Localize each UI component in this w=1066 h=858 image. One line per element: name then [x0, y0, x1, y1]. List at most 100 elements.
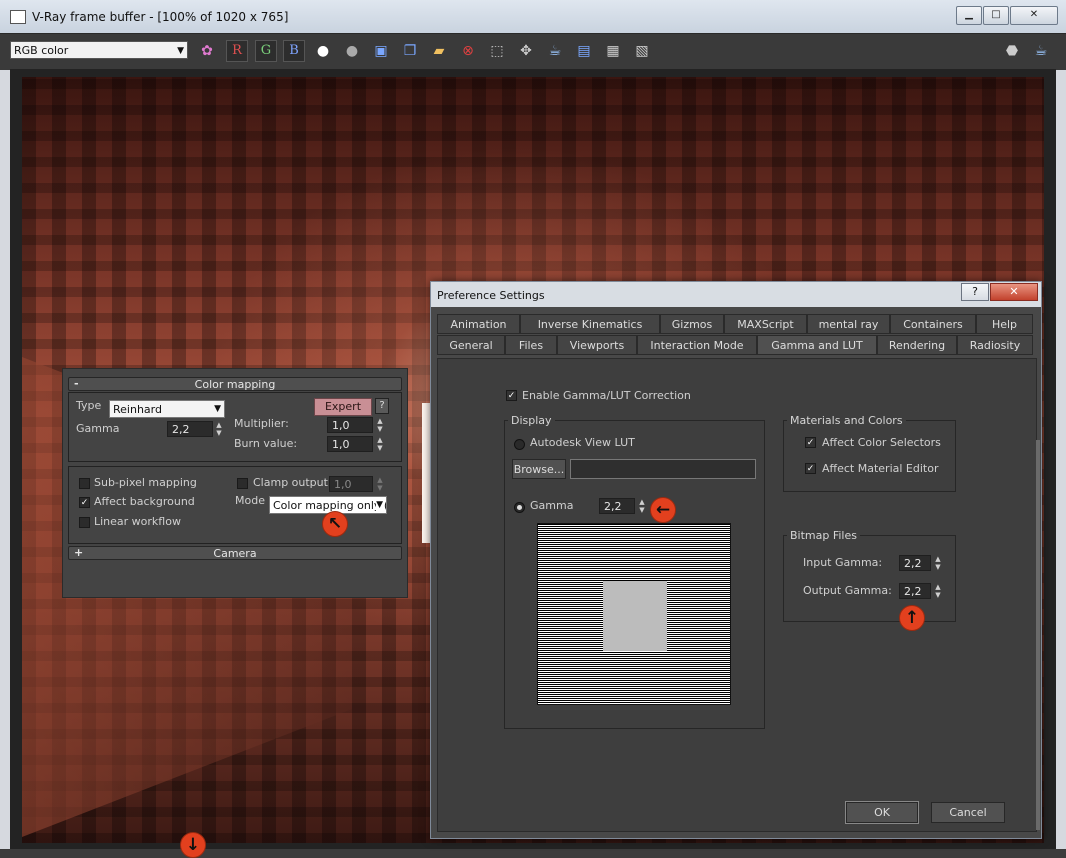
arrow-down-icon: ↓: [180, 832, 206, 858]
type-dropdown[interactable]: Reinhard ▼: [109, 400, 225, 418]
input-gamma-spinner[interactable]: ▲ ▼: [933, 555, 943, 571]
tab-gamma-and-lut[interactable]: Gamma and LUT: [757, 335, 877, 355]
tab-animation[interactable]: Animation: [437, 314, 520, 334]
pixel-info-icon[interactable]: ▦: [603, 41, 623, 61]
close-button[interactable]: ✕: [1010, 6, 1058, 25]
red-channel-button[interactable]: R: [226, 40, 248, 62]
clamp-output-spinner[interactable]: ▲ ▼: [375, 476, 385, 492]
clamp-output-field[interactable]: 1,0: [329, 476, 373, 492]
channel-dropdown[interactable]: RGB color ▼: [10, 41, 188, 59]
tab-maxscript[interactable]: MAXScript: [724, 314, 807, 334]
affect-background-label: Affect background: [94, 495, 195, 508]
affect-background-checkbox[interactable]: ✓: [79, 497, 90, 508]
white-circle-icon[interactable]: ●: [313, 41, 333, 61]
region-icon[interactable]: ⬚: [487, 41, 507, 61]
save-icon[interactable]: ▣: [371, 41, 391, 61]
color-mapping-title: Color mapping: [194, 378, 276, 391]
gamma-field[interactable]: 2,2: [167, 421, 213, 437]
gamma-test-swatch: [603, 581, 667, 651]
green-channel-button[interactable]: G: [255, 40, 277, 62]
color-mapping-rollout-header[interactable]: - Color mapping: [68, 377, 402, 391]
stamp-icon[interactable]: ▧: [632, 41, 652, 61]
mode-value: Color mapping only (: [273, 499, 387, 512]
dialog-scrollbar[interactable]: [1036, 440, 1040, 830]
tab-interaction-mode[interactable]: Interaction Mode: [637, 335, 757, 355]
stop-render-icon[interactable]: ⬣: [1002, 41, 1022, 61]
linear-workflow-label: Linear workflow: [94, 515, 181, 528]
affect-color-selectors-checkbox[interactable]: ✓: [805, 437, 816, 448]
tab-general[interactable]: General: [437, 335, 505, 355]
expert-button[interactable]: Expert: [314, 398, 372, 416]
dialog-close-button[interactable]: ✕: [990, 283, 1038, 301]
render-teapot-icon[interactable]: ☕: [1031, 41, 1051, 61]
browse-button[interactable]: Browse...: [512, 459, 566, 479]
cancel-button[interactable]: Cancel: [931, 802, 1005, 823]
subpixel-checkbox[interactable]: [79, 478, 90, 489]
lut-icon[interactable]: ▤: [574, 41, 594, 61]
color-wheel-icon[interactable]: ✿: [197, 41, 217, 61]
blue-channel-button[interactable]: B: [283, 40, 305, 62]
open-folder-icon[interactable]: ▰: [429, 41, 449, 61]
gamma-lut-page: ✓ Enable Gamma/LUT Correction Display Au…: [437, 358, 1037, 832]
tab-mental-ray[interactable]: mental ray: [807, 314, 890, 334]
clamp-output-checkbox[interactable]: [237, 478, 248, 489]
camera-title: Camera: [213, 547, 257, 560]
arrow-left-icon: ←: [650, 497, 676, 523]
clear-icon[interactable]: ⊗: [458, 41, 478, 61]
multiplier-label: Multiplier:: [234, 417, 289, 430]
maximize-button[interactable]: □: [983, 6, 1009, 25]
teapot-icon[interactable]: ☕: [545, 41, 565, 61]
tab-radiosity[interactable]: Radiosity: [957, 335, 1033, 355]
affect-material-editor-checkbox[interactable]: ✓: [805, 463, 816, 474]
frame-buffer-titlebar[interactable]: V-Ray frame buffer - [100% of 1020 x 765…: [0, 0, 1066, 33]
window-title: V-Ray frame buffer - [100% of 1020 x 765…: [32, 10, 289, 24]
arrow-up-left-icon: ↖: [322, 511, 348, 537]
ok-button[interactable]: OK: [845, 801, 919, 824]
tab-files[interactable]: Files: [505, 335, 557, 355]
dialog-title: Preference Settings: [437, 289, 545, 302]
autodesk-lut-radio[interactable]: [514, 439, 525, 450]
gamma-spinner[interactable]: ▲ ▼: [214, 421, 224, 437]
multiplier-field[interactable]: 1,0: [327, 417, 373, 433]
expand-icon: +: [74, 546, 84, 559]
burn-value-label: Burn value:: [234, 437, 298, 450]
minimize-button[interactable]: ▁: [956, 6, 982, 25]
channel-value: RGB color: [14, 44, 69, 57]
camera-rollout-header[interactable]: + Camera: [68, 546, 402, 560]
multiplier-spinner[interactable]: ▲ ▼: [375, 417, 385, 433]
gamma-radio[interactable]: [514, 502, 525, 513]
affect-material-editor-label: Affect Material Editor: [822, 462, 939, 475]
input-gamma-field[interactable]: 2,2: [899, 555, 931, 571]
tab-rendering[interactable]: Rendering: [877, 335, 957, 355]
collapse-icon: -: [74, 377, 79, 390]
tab-inverse-kinematics[interactable]: Inverse Kinematics: [520, 314, 660, 334]
dialog-titlebar[interactable]: Preference Settings ? ✕: [431, 282, 1041, 307]
output-gamma-field[interactable]: 2,2: [899, 583, 931, 599]
display-gamma-field[interactable]: 2,2: [599, 498, 635, 514]
mode-dropdown[interactable]: Color mapping only ( ▼: [269, 496, 387, 514]
lut-path-field[interactable]: [570, 459, 756, 479]
tab-containers[interactable]: Containers: [890, 314, 976, 334]
enable-gamma-checkbox[interactable]: ✓: [506, 390, 517, 401]
preference-settings-dialog: Preference Settings ? ✕ Animation Invers…: [430, 281, 1042, 839]
duplicate-icon[interactable]: ❐: [400, 41, 420, 61]
burn-value-spinner[interactable]: ▲ ▼: [375, 436, 385, 452]
frame-buffer-toolbar: RGB color ▼ ✿ R G B ● ● ▣ ❐ ▰ ⊗ ⬚ ✥ ☕ ▤ …: [0, 33, 1066, 70]
tab-viewports[interactable]: Viewports: [557, 335, 637, 355]
display-gamma-spinner[interactable]: ▲ ▼: [637, 498, 647, 514]
gray-circle-icon[interactable]: ●: [342, 41, 362, 61]
track-mouse-icon[interactable]: ✥: [516, 41, 536, 61]
app-icon: [10, 10, 26, 24]
tab-help[interactable]: Help: [976, 314, 1033, 334]
output-gamma-spinner[interactable]: ▲ ▼: [933, 583, 943, 599]
color-mapping-panel: - Color mapping Type Reinhard ▼ Expert ?…: [62, 368, 408, 598]
gamma-test-pattern: [537, 523, 731, 705]
tab-gizmos[interactable]: Gizmos: [660, 314, 724, 334]
linear-workflow-checkbox[interactable]: [79, 517, 90, 528]
mode-label: Mode: [235, 494, 265, 507]
chevron-down-icon: ▼: [214, 404, 221, 414]
burn-value-field[interactable]: 1,0: [327, 436, 373, 452]
enable-gamma-label: Enable Gamma/LUT Correction: [522, 389, 691, 402]
dialog-help-button[interactable]: ?: [961, 283, 989, 301]
help-button[interactable]: ?: [375, 398, 389, 414]
